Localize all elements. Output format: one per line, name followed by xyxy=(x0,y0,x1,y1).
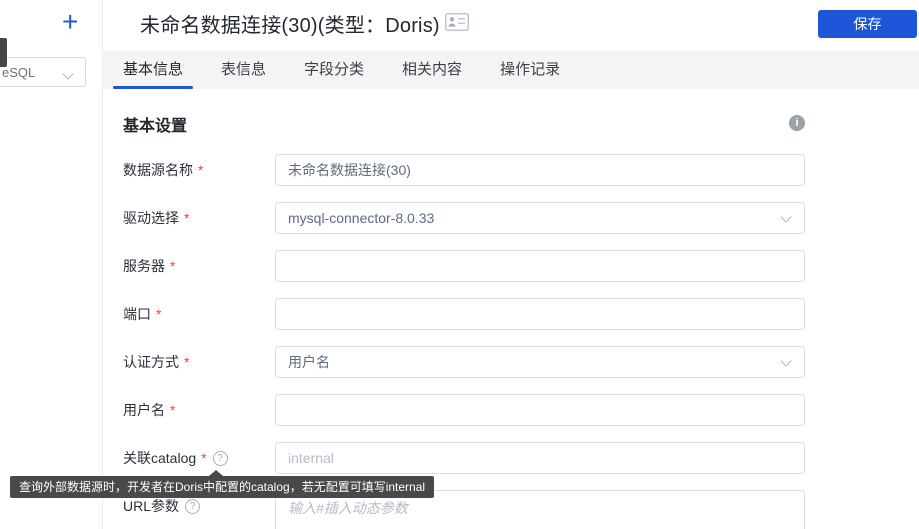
field-label: 驱动选择 * xyxy=(123,202,189,234)
required-asterisk: * xyxy=(156,306,161,322)
port-input[interactable] xyxy=(275,298,805,330)
detail-tabs: 基本信息 表信息 字段分类 相关内容 操作记录 xyxy=(103,51,919,89)
field-label: 认证方式 * xyxy=(123,346,189,378)
chevron-down-icon xyxy=(780,355,791,366)
field-label: 服务器 * xyxy=(123,250,175,282)
required-asterisk: * xyxy=(184,354,189,370)
info-icon[interactable]: i xyxy=(789,115,805,131)
tab-field-category[interactable]: 字段分类 xyxy=(294,51,374,89)
save-button[interactable]: 保存 xyxy=(818,10,917,38)
required-asterisk: * xyxy=(198,162,203,178)
add-connection-button[interactable]: + xyxy=(62,8,78,36)
field-label: 用户名 * xyxy=(123,394,175,426)
basic-settings-panel: 基本设置 i 数据源名称 * 驱动选择 * mysql-connector-8.… xyxy=(103,89,919,529)
page-title: 未命名数据连接(30)(类型：Doris) xyxy=(140,9,440,38)
tab-operation-log[interactable]: 操作记录 xyxy=(490,51,570,89)
required-asterisk: * xyxy=(201,450,206,466)
auth-method-value: 用户名 xyxy=(288,352,330,372)
help-icon[interactable]: ? xyxy=(185,499,200,514)
id-card-icon[interactable] xyxy=(445,13,469,36)
required-asterisk: * xyxy=(170,258,175,274)
field-label: 端口 * xyxy=(123,298,161,330)
connection-type-value: eSQL xyxy=(2,65,35,80)
page-header: 未命名数据连接(30)(类型：Doris) 保存 xyxy=(103,0,919,51)
tab-basic-info[interactable]: 基本信息 xyxy=(113,51,193,89)
connection-type-select[interactable]: eSQL xyxy=(0,57,86,87)
tab-related-content[interactable]: 相关内容 xyxy=(392,51,472,89)
required-asterisk: * xyxy=(184,210,189,226)
help-icon[interactable]: ? xyxy=(213,451,228,466)
tab-table-info[interactable]: 表信息 xyxy=(211,51,276,89)
catalog-input[interactable] xyxy=(275,442,805,474)
chevron-down-icon xyxy=(62,68,73,79)
field-label: 数据源名称 * xyxy=(123,154,203,186)
auth-method-select[interactable]: 用户名 xyxy=(275,346,805,378)
required-asterisk: * xyxy=(170,402,175,418)
datasource-name-input[interactable] xyxy=(275,154,805,186)
driver-select-value: mysql-connector-8.0.33 xyxy=(288,210,434,226)
clipped-dark-panel xyxy=(0,38,7,67)
username-input[interactable] xyxy=(275,394,805,426)
connection-sidebar: + eSQL xyxy=(0,0,103,529)
driver-select[interactable]: mysql-connector-8.0.33 xyxy=(275,202,805,234)
section-title: 基本设置 xyxy=(123,112,187,136)
server-input[interactable] xyxy=(275,250,805,282)
catalog-help-tooltip: 查询外部数据源时，开发者在Doris中配置的catalog，若无配置可填写int… xyxy=(10,476,434,498)
chevron-down-icon xyxy=(780,211,791,222)
